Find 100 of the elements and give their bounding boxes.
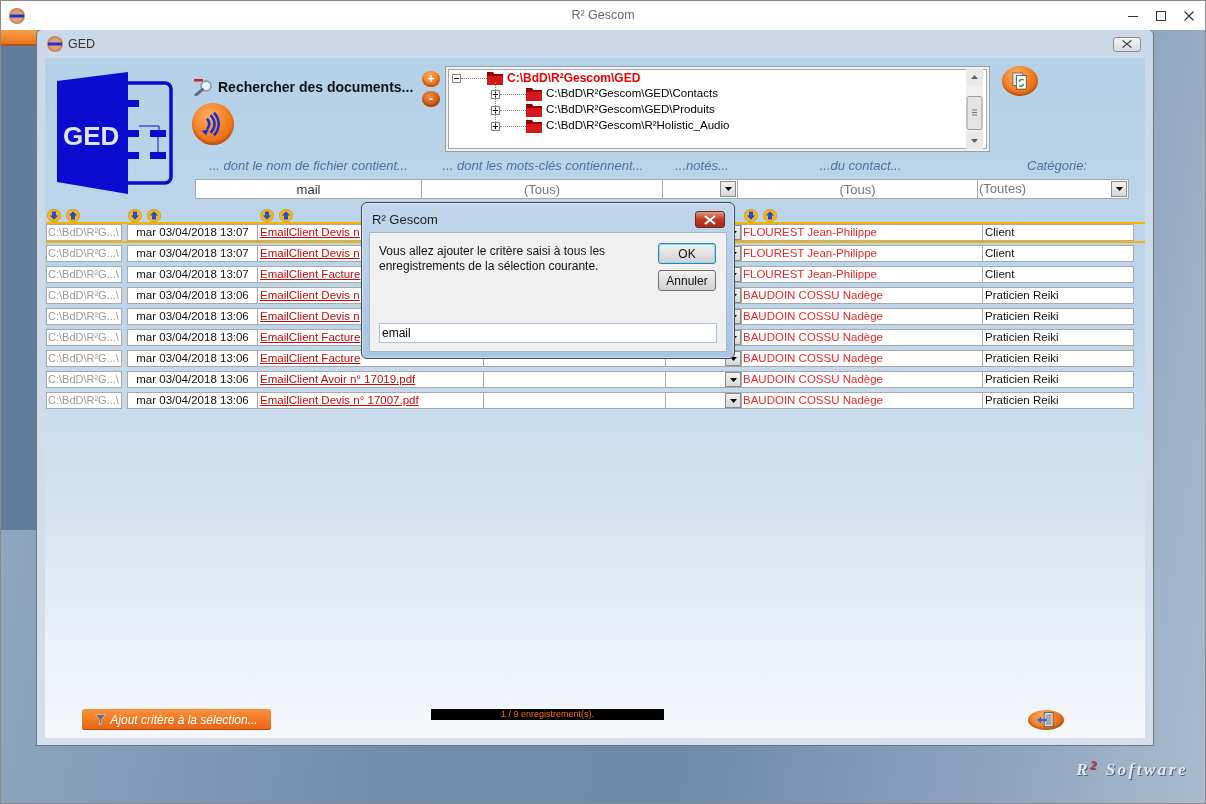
contact-cell: BAUDOIN COSSU Nadège (741, 371, 983, 388)
close-icon (704, 214, 716, 225)
dialog-title: R² Gescom (372, 210, 438, 229)
collapse-icon[interactable] (452, 73, 461, 83)
folder-icon (526, 103, 542, 117)
path-cell: C:\BdD\R²G...\ (46, 350, 122, 367)
category-cell: Praticien Reiki (982, 308, 1134, 325)
category-cell: Praticien Reiki (982, 329, 1134, 346)
expand-icon[interactable] (491, 89, 500, 99)
folder-label[interactable]: C:\BdD\R²Gescom\GED\Produits (546, 101, 715, 119)
scrollbar-thumb[interactable] (966, 96, 983, 130)
contact-cell: BAUDOIN COSSU Nadège (741, 350, 983, 367)
date-cell: mar 03/04/2018 13:06 (127, 329, 258, 346)
contact-cell: FLOUREST Jean-Philippe (741, 224, 983, 241)
date-cell: mar 03/04/2018 13:06 (127, 287, 258, 304)
date-cell: mar 03/04/2018 13:06 (127, 308, 258, 325)
dropdown-button[interactable] (1111, 181, 1127, 197)
sort-ascending-icon[interactable] (66, 209, 80, 222)
path-cell: C:\BdD\R²G...\ (46, 371, 122, 388)
table-row[interactable]: C:\BdD\R²G...\ mar 03/04/2018 13:06 EmailClient Avoir n° 17019.pdf BAUDOIN COSSU Nadège Praticien Reiki (46, 369, 1145, 390)
contact-cell: FLOUREST Jean-Philippe (741, 266, 983, 283)
sort-descending-icon[interactable] (260, 209, 274, 222)
folder-label[interactable]: C:\BdD\R²Gescom\GED\Contacts (546, 85, 718, 103)
filter-label: ... dont le nom de fichier contient... (209, 158, 408, 173)
expand-icon[interactable] (491, 121, 500, 131)
expand-icon[interactable] (491, 105, 500, 115)
ok-button[interactable]: OK (658, 243, 716, 264)
filter-label: ...notés... (675, 158, 729, 173)
date-cell: mar 03/04/2018 13:06 (127, 350, 258, 367)
contact-cell: FLOUREST Jean-Philippe (741, 245, 983, 262)
category-cell: Praticien Reiki (982, 287, 1134, 304)
contact-cell: BAUDOIN COSSU Nadège (741, 287, 983, 304)
maximize-icon (1156, 10, 1166, 21)
documents-button[interactable] (1002, 66, 1038, 96)
contact-cell: BAUDOIN COSSU Nadège (741, 308, 983, 325)
filter-field[interactable]: (Tous) (737, 179, 978, 199)
date-cell: mar 03/04/2018 13:07 (127, 266, 258, 283)
close-icon (1184, 10, 1194, 21)
door-exit-icon (1037, 712, 1055, 728)
contact-cell: BAUDOIN COSSU Nadège (741, 392, 983, 409)
sort-ascending-icon[interactable] (763, 209, 777, 222)
filter-label: Catégorie: (1027, 158, 1087, 173)
exit-button[interactable] (1028, 710, 1064, 730)
filter-label: ...du contact... (819, 158, 902, 173)
sort-ascending-icon[interactable] (279, 209, 293, 222)
path-cell: C:\BdD\R²G...\ (46, 329, 122, 346)
contact-cell: BAUDOIN COSSU Nadège (741, 329, 983, 346)
window-title: R² Gescom (571, 7, 635, 25)
date-cell: mar 03/04/2018 13:06 (127, 371, 258, 388)
dialog-message: Vous allez ajouter le critère saisi à tous les enregistrements de la sélection courante. (379, 243, 607, 275)
path-cell: C:\BdD\R²G...\ (46, 245, 122, 262)
category-cell: Client (982, 245, 1134, 262)
filter-combo[interactable]: (Toutes) (977, 179, 1129, 199)
folder-icon (526, 87, 542, 101)
path-cell: C:\BdD\R²G...\ (46, 266, 122, 283)
text-input[interactable]: email (379, 323, 717, 343)
search-icon (194, 78, 212, 96)
minus-button[interactable]: - (422, 91, 440, 107)
scroll-down-icon[interactable] (966, 132, 983, 149)
folder-label[interactable]: C:\BdD\R²Gescom\GED (507, 69, 641, 87)
caret-icon (1115, 187, 1123, 191)
path-cell: C:\BdD\R²G...\ (46, 392, 122, 409)
cancel-button[interactable]: Annuler (658, 270, 716, 291)
sort-descending-icon[interactable] (47, 209, 61, 222)
path-cell: C:\BdD\R²G...\ (46, 224, 122, 241)
sort-descending-icon[interactable] (128, 209, 142, 222)
table-row[interactable]: C:\BdD\R²G...\ mar 03/04/2018 13:06 EmailClient Devis n° 17007.pdf BAUDOIN COSSU Nadège Praticien Reiki (46, 390, 1145, 411)
documents-icon (1011, 72, 1029, 90)
window-title: GED (68, 35, 96, 53)
filter-field[interactable]: mail (195, 179, 422, 199)
close-button[interactable] (695, 211, 725, 228)
dropdown-button[interactable] (725, 372, 741, 387)
date-cell: mar 03/04/2018 13:07 (127, 224, 258, 241)
date-cell: mar 03/04/2018 13:07 (127, 245, 258, 262)
dropdown-button[interactable] (720, 181, 736, 197)
caret-icon (724, 187, 732, 191)
filter-label: ... dont les mots-clés contiennent... (442, 158, 644, 173)
logo-text: GED (63, 121, 120, 151)
audio-button[interactable] (192, 103, 234, 145)
filter-field[interactable]: (Tous) (421, 179, 663, 199)
folder-icon (526, 119, 542, 133)
sort-ascending-icon[interactable] (147, 209, 161, 222)
folder-label[interactable]: C:\BdD\R²Gescom\R²Holistic_Audio (546, 117, 730, 135)
caret-icon (729, 398, 737, 403)
app-icon (47, 36, 63, 52)
file-link[interactable]: EmailClient Devis n (260, 247, 360, 259)
app-icon (9, 7, 25, 24)
caret-icon (729, 377, 737, 382)
record-count: 1 / 9 enregistrement(s). (431, 709, 664, 720)
scroll-up-icon[interactable] (966, 69, 983, 86)
category-cell: Client (982, 224, 1134, 241)
dropdown-button[interactable] (725, 393, 741, 408)
brand-text: R$^{2}$ Software (1076, 760, 1188, 780)
category-cell: Praticien Reiki (982, 350, 1134, 367)
category-cell: Praticien Reiki (982, 392, 1134, 409)
category-cell: Praticien Reiki (982, 371, 1134, 388)
sort-descending-icon[interactable] (744, 209, 758, 222)
folder-icon (487, 71, 503, 85)
close-button[interactable] (1113, 36, 1141, 52)
category-cell: Client (982, 266, 1134, 283)
